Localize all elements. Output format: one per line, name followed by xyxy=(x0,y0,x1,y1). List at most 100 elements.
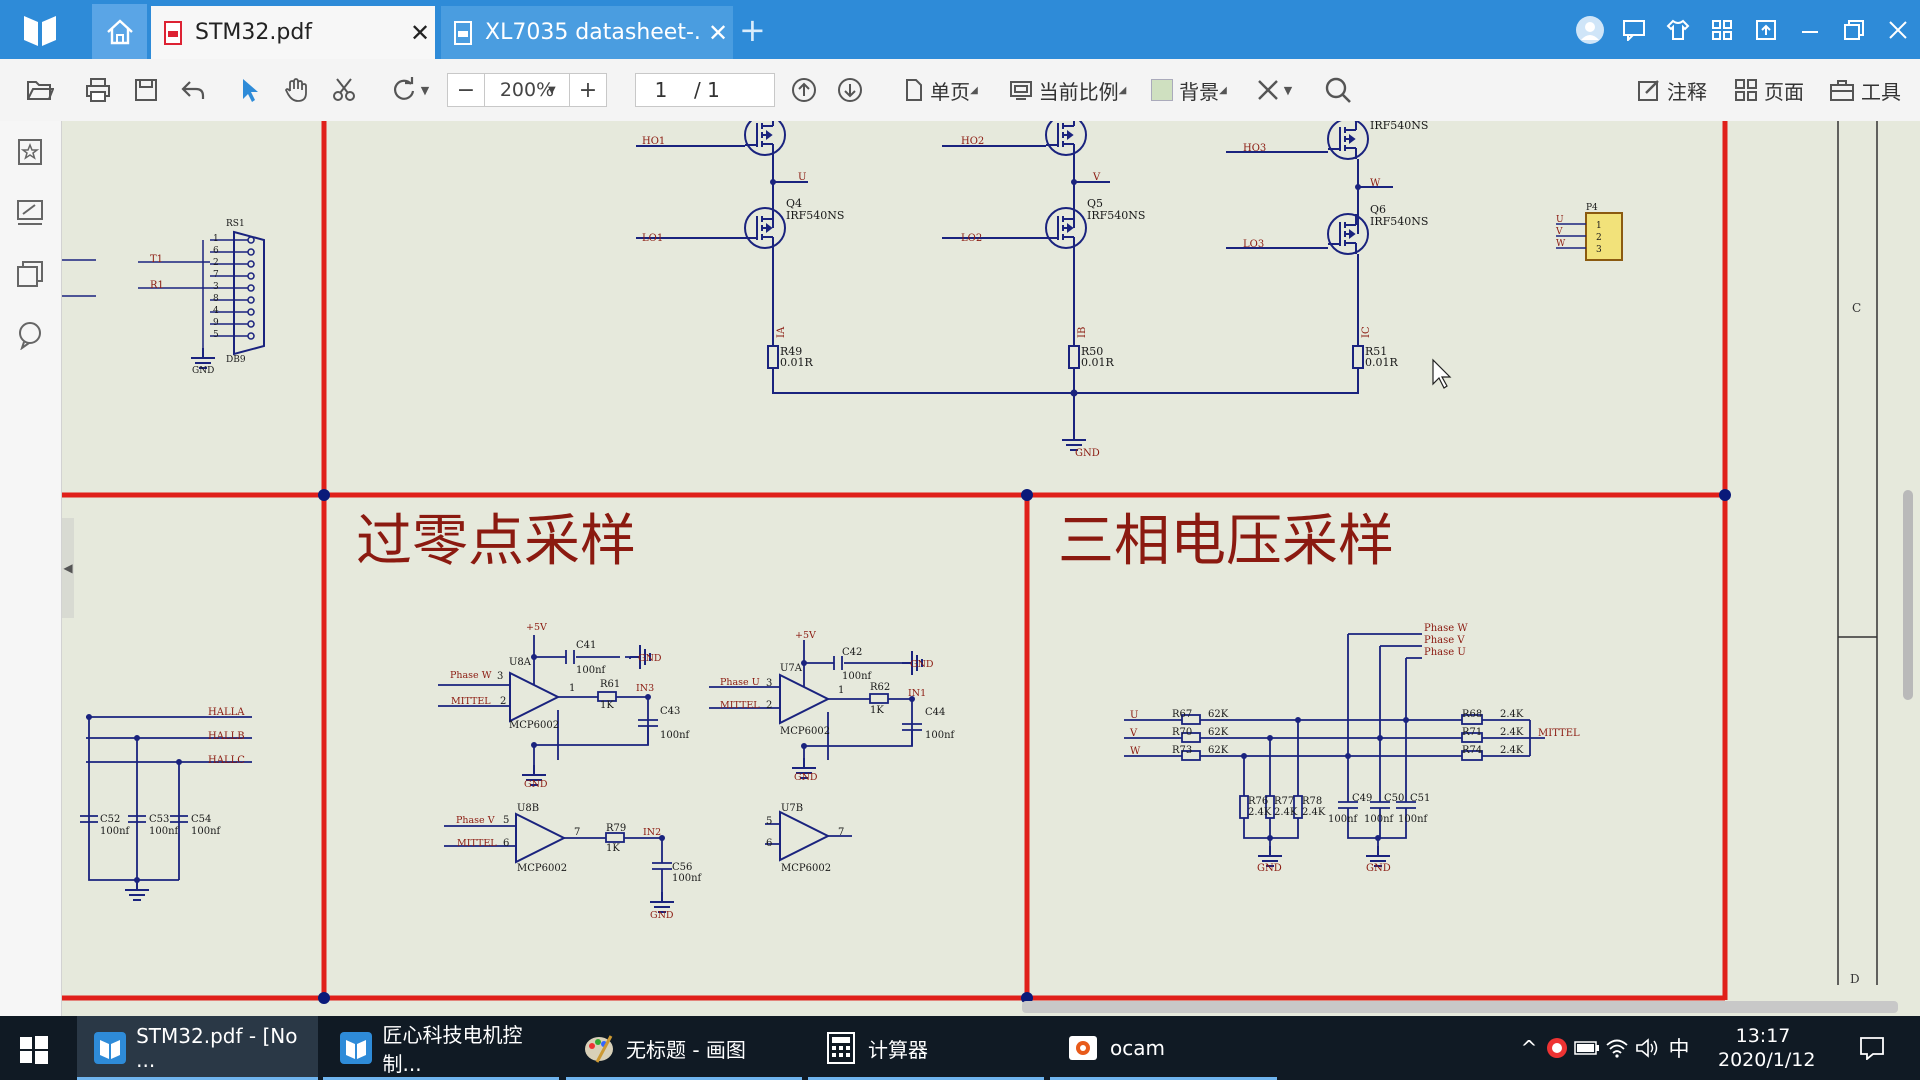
svg-text:R76: R76 xyxy=(1248,796,1268,807)
svg-text:IRF540NS: IRF540NS xyxy=(1087,209,1145,222)
svg-text:2: 2 xyxy=(500,696,506,707)
upload-icon[interactable] xyxy=(1744,0,1788,59)
cut-icon[interactable] xyxy=(324,59,364,121)
current-scale-button[interactable]: 当前比例 ◢ xyxy=(1000,59,1135,121)
svg-text:T1: T1 xyxy=(150,254,163,265)
svg-text:6: 6 xyxy=(213,246,219,256)
horizontal-scrollbar[interactable] xyxy=(1022,1001,1898,1013)
svg-text:IB: IB xyxy=(1077,327,1088,338)
record-icon[interactable] xyxy=(1542,1037,1572,1059)
home-tab[interactable] xyxy=(92,4,147,59)
zoom-in-button[interactable]: + xyxy=(570,74,606,106)
wifi-icon[interactable] xyxy=(1602,1038,1632,1058)
battery-icon[interactable] xyxy=(1572,1040,1602,1056)
new-tab-button[interactable]: + xyxy=(739,14,766,46)
restore-icon[interactable] xyxy=(1832,0,1876,59)
taskbar-item-ocam[interactable]: ocam xyxy=(1050,1016,1277,1080)
windows-start-icon[interactable] xyxy=(18,1034,50,1066)
gnd-symbol xyxy=(124,879,150,901)
open-file-icon[interactable] xyxy=(20,59,60,121)
single-page-label: 单页 xyxy=(930,79,971,104)
close-tab-icon[interactable]: ✕ xyxy=(703,19,733,47)
taskbar-item-paint[interactable]: 无标题 - 画图 xyxy=(566,1016,802,1080)
svg-text:8: 8 xyxy=(213,294,219,304)
prev-page-icon[interactable] xyxy=(786,59,822,121)
svg-text:C42: C42 xyxy=(842,647,862,658)
schematic: C D 过零点采样 三相电压采样 HO1 HO2 HO3 LO1 LO2 LO3… xyxy=(62,121,1878,1004)
svg-text:MCP6002: MCP6002 xyxy=(509,720,559,731)
search-icon[interactable] xyxy=(1318,59,1358,121)
tab-xl7035[interactable]: XL7035 datasheet-... ✕ xyxy=(441,6,733,59)
page-number-field[interactable]: 1 / 1 xyxy=(635,73,775,107)
zoom-control[interactable]: − 200% ▼ + xyxy=(447,73,607,107)
svg-text:2.4K: 2.4K xyxy=(1302,807,1326,818)
app-logo-icon xyxy=(24,16,56,46)
pdf-document-view[interactable]: C D 过零点采样 三相电压采样 HO1 HO2 HO3 LO1 LO2 LO3… xyxy=(62,121,1920,1016)
zoom-value[interactable]: 200% xyxy=(484,74,570,106)
tools-button[interactable]: 工具 xyxy=(1824,59,1906,121)
svg-text:W: W xyxy=(1556,239,1566,249)
next-page-icon[interactable] xyxy=(832,59,868,121)
svg-text:HALLC: HALLC xyxy=(208,755,245,766)
close-window-icon[interactable] xyxy=(1876,0,1920,59)
svg-text:HO3: HO3 xyxy=(1243,143,1266,154)
feedback-icon[interactable] xyxy=(1612,0,1656,59)
svg-text:100nf: 100nf xyxy=(1364,814,1395,825)
page-button[interactable]: 页面 xyxy=(1728,59,1810,121)
apps-icon[interactable] xyxy=(1700,0,1744,59)
bookmark-icon[interactable] xyxy=(15,137,45,167)
tools-label: 工具 xyxy=(1861,79,1901,104)
svg-text:Phase U: Phase U xyxy=(1424,647,1466,658)
print-icon[interactable] xyxy=(78,59,118,121)
page-grid-icon xyxy=(1735,79,1757,101)
taskbar-item-calculator[interactable]: 计算器 xyxy=(808,1016,1044,1080)
svg-text:U: U xyxy=(1556,215,1564,225)
undo-icon[interactable] xyxy=(173,59,213,121)
notification-icon[interactable] xyxy=(1852,1016,1892,1080)
background-button[interactable]: 背景 ◢ xyxy=(1145,59,1233,121)
clock[interactable]: 13:17 2020/1/12 xyxy=(1718,1024,1815,1072)
svg-text:DB9: DB9 xyxy=(226,355,246,365)
vertical-scrollbar[interactable] xyxy=(1903,490,1913,700)
chevron-down-icon[interactable]: ▼ xyxy=(548,85,556,96)
gnd-symbol xyxy=(1061,429,1087,451)
taskbar-item-stm32[interactable]: STM32.pdf - [No ... xyxy=(77,1016,318,1080)
select-tool-icon[interactable] xyxy=(230,59,270,121)
page-current-input[interactable]: 1 xyxy=(636,78,686,102)
svg-text:R68: R68 xyxy=(1462,709,1482,720)
single-page-button[interactable]: 单页 ◢ xyxy=(896,59,986,121)
sidebar-collapse-handle[interactable]: ◀ xyxy=(62,518,74,618)
svg-text:GND: GND xyxy=(1366,863,1391,874)
thumbnails-icon[interactable] xyxy=(15,259,45,289)
volume-icon[interactable] xyxy=(1632,1038,1662,1058)
svg-text:1: 1 xyxy=(569,683,575,694)
svg-text:100nf: 100nf xyxy=(842,671,873,682)
svg-text:P4: P4 xyxy=(1586,203,1598,213)
svg-text:7: 7 xyxy=(213,270,219,280)
tab-label: STM32.pdf xyxy=(195,20,313,45)
fit-dropdown[interactable]: ▼ xyxy=(1248,59,1300,121)
hall-junctions xyxy=(86,714,182,883)
svg-text:R79: R79 xyxy=(606,823,626,834)
skin-icon[interactable] xyxy=(1656,0,1700,59)
save-icon[interactable] xyxy=(126,59,166,121)
reader-app-icon xyxy=(93,1031,126,1065)
svg-text:IN1: IN1 xyxy=(908,688,926,699)
hand-tool-icon[interactable] xyxy=(276,59,316,121)
svg-text:MITTEL: MITTEL xyxy=(451,696,491,707)
svg-text:3: 3 xyxy=(766,678,772,689)
avatar[interactable] xyxy=(1568,0,1612,59)
taskbar-item-motor-doc[interactable]: 匠心科技电机控制... xyxy=(323,1016,559,1080)
mouse-cursor-icon xyxy=(1432,358,1452,389)
close-tab-icon[interactable]: ✕ xyxy=(405,19,435,47)
tab-stm32[interactable]: STM32.pdf ✕ xyxy=(151,6,435,59)
svg-text:U7A: U7A xyxy=(780,663,803,674)
rotate-dropdown[interactable]: ▼ xyxy=(382,59,438,121)
annotation-list-icon[interactable] xyxy=(15,198,45,228)
minimize-icon[interactable] xyxy=(1788,0,1832,59)
zoom-out-button[interactable]: − xyxy=(448,74,484,106)
ime-indicator[interactable]: 中 xyxy=(1662,1033,1696,1063)
comment-icon[interactable] xyxy=(15,320,45,350)
annotate-button[interactable]: 注释 xyxy=(1632,59,1712,121)
chevron-up-icon[interactable]: ^ xyxy=(1516,1036,1542,1060)
